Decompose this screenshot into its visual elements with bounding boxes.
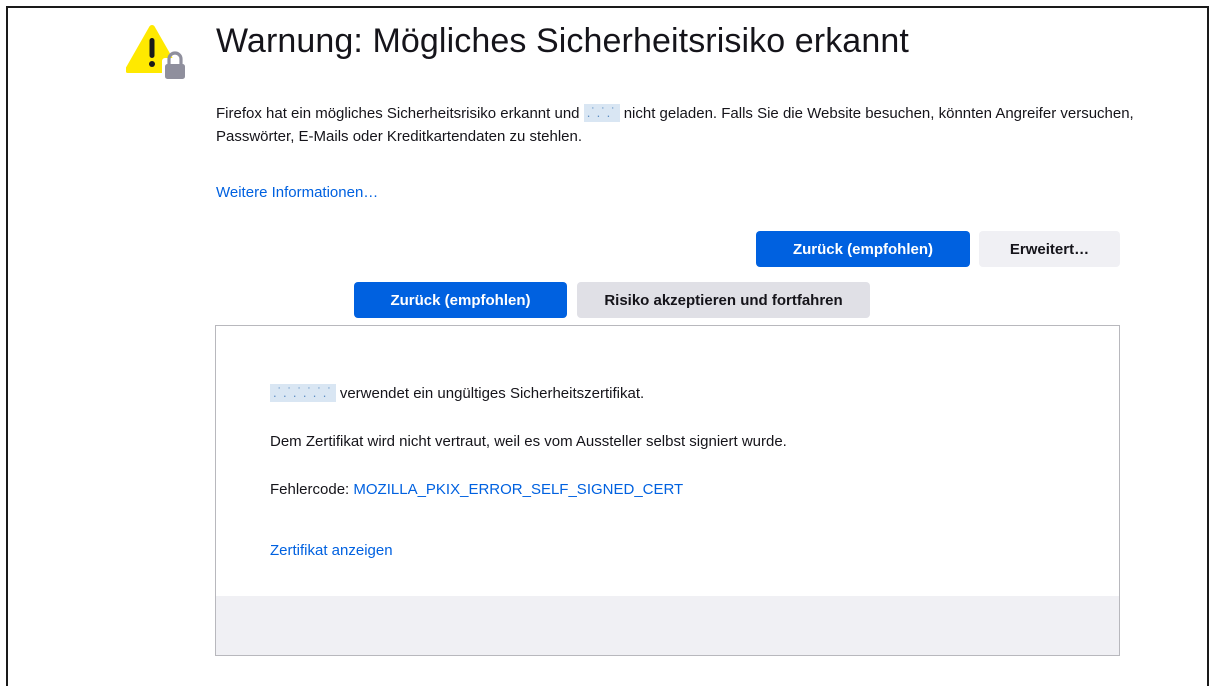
advanced-button[interactable]: Erweitert… [979, 231, 1120, 267]
advanced-footer [216, 596, 1119, 655]
view-certificate-link[interactable]: Zertifikat anzeigen [270, 542, 393, 559]
back-recommended-button-advanced[interactable]: Zurück (empfohlen) [354, 282, 567, 318]
redacted-host: .˙.˙.˙.˙.˙.˙ [270, 384, 336, 402]
page-title: Warnung: Mögliches Sicherheitsrisiko erk… [216, 22, 909, 60]
not-trusted-text: Dem Zertifikat wird nicht vertraut, weil… [270, 433, 787, 450]
advanced-panel: .˙.˙.˙.˙.˙.˙ verwendet ein ungültiges Si… [215, 325, 1120, 656]
more-info-link[interactable]: Weitere Informationen… [216, 184, 378, 201]
warning-lock-icon [126, 25, 188, 80]
intro-text: Firefox hat ein mögliches Sicherheitsris… [216, 102, 1136, 148]
error-code-label: Fehlercode: [270, 481, 350, 498]
error-code-link[interactable]: MOZILLA_PKIX_ERROR_SELF_SIGNED_CERT [353, 481, 683, 498]
error-code-line: Fehlercode: MOZILLA_PKIX_ERROR_SELF_SIGN… [270, 481, 683, 498]
invalid-cert-text: .˙.˙.˙.˙.˙.˙ verwendet ein ungültiges Si… [270, 384, 644, 402]
back-recommended-button[interactable]: Zurück (empfohlen) [756, 231, 970, 267]
invalid-cert-label: verwendet ein ungültiges Sicherheitszert… [339, 385, 645, 402]
intro-text-before: Firefox hat ein mögliches Sicherheitsris… [216, 105, 580, 122]
accept-risk-button[interactable]: Risiko akzeptieren und fortfahren [577, 282, 870, 318]
redacted-hostname: .˙.˙.˙ [583, 104, 620, 122]
